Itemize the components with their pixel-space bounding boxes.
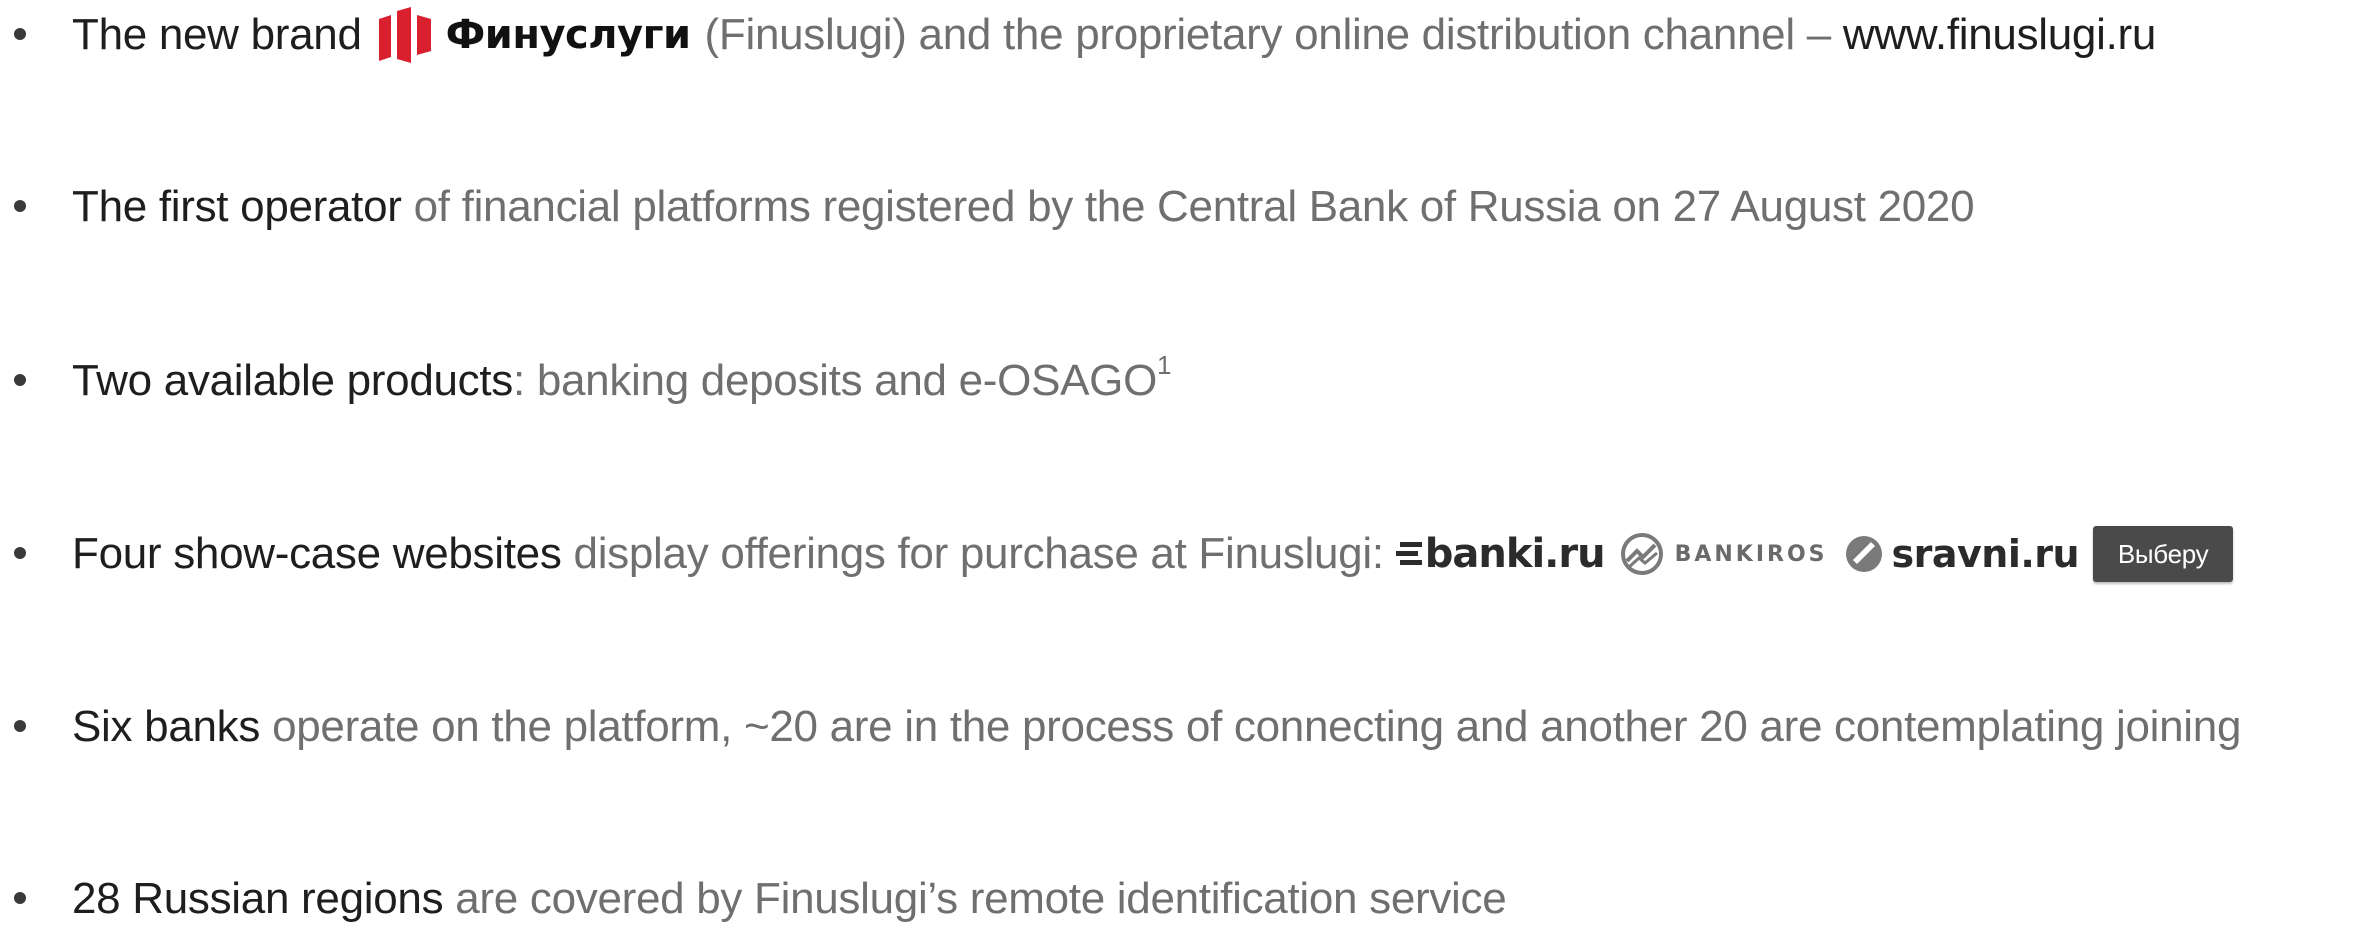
sravni-wordmark: sravni.ru [1891, 532, 2080, 576]
bullet-rest: operate on the platform, ~20 are in the … [272, 702, 2242, 751]
bullet-list: The new brand Финуслуги (Finuslugi) and … [0, 0, 2379, 925]
banki-lines-icon [1395, 542, 1422, 565]
bullet-rest: display offerings for purchase at Finusl… [573, 529, 1385, 578]
bullet-products: Two available products : banking deposit… [0, 346, 2379, 416]
bullet-dot [14, 28, 26, 40]
bullet-rest: : banking deposits and e-OSAGO [512, 356, 1158, 405]
bullet-text: Six banks operate on the platform, ~20 a… [72, 692, 2241, 762]
finuslugi-wordmark: Финуслуги [445, 12, 691, 58]
finuslugi-url: www.finuslugi.ru [1842, 10, 2157, 59]
bullet-lead: Six banks [72, 702, 261, 751]
bullet-rest: are covered by Finuslugi’s remote identi… [455, 874, 1507, 923]
bullet-text: Two available products : banking deposit… [72, 346, 1172, 416]
bankiros-wordmark: BANKIROS [1674, 541, 1828, 567]
bullet-showcase-websites: Four show-case websites display offering… [0, 519, 2379, 589]
bullet-dot [14, 892, 26, 904]
sravni-logo: sravni.ru [1844, 532, 2080, 576]
bullet-first-operator: The first operator of financial platform… [0, 172, 2379, 242]
finuslugi-logo: Финуслуги [376, 5, 691, 65]
showcase-logos: banki.ru BANKIROS sravni.ru Выберу [1395, 526, 2234, 582]
bullet-dot [14, 720, 26, 732]
bullet-text: The first operator of financial platform… [72, 172, 1975, 242]
bullet-dot [14, 374, 26, 386]
bullet-rest: of financial platforms registered by the… [413, 182, 1975, 231]
vybery-logo: Выберу [2093, 526, 2234, 582]
bullet-lead: The new brand [72, 10, 362, 59]
bullet-text: Four show-case websites display offering… [72, 519, 2234, 589]
bullet-text: The new brand Финуслуги (Finuslugi) and … [72, 0, 2156, 70]
bullet-lead: 28 Russian regions [72, 874, 444, 923]
banki-wordmark: banki.ru [1424, 531, 1606, 577]
bullet-dot [14, 547, 26, 559]
bullet-lead: Two available products [72, 356, 513, 405]
bullet-dot [14, 200, 26, 212]
bullet-lead: The first operator [72, 182, 402, 231]
bullet-regions: 28 Russian regions are covered by Finusl… [0, 864, 2379, 934]
banki-logo: banki.ru [1395, 531, 1606, 577]
bullet-new-brand: The new brand Финуслуги (Finuslugi) and … [0, 0, 2379, 70]
finuslugi-mark-icon [378, 7, 431, 63]
bullet-rest: (Finuslugi) and the proprietary online d… [704, 10, 1832, 59]
footnote-marker: 1 [1157, 349, 1172, 380]
bankiros-emblem-icon [1620, 533, 1663, 575]
bullet-lead: Four show-case websites [72, 529, 562, 578]
sravni-emblem-icon [1845, 536, 1882, 572]
bullet-banks: Six banks operate on the platform, ~20 a… [0, 692, 2379, 762]
bankiros-logo: BANKIROS [1619, 531, 1828, 577]
bullet-text: 28 Russian regions are covered by Finusl… [72, 864, 1507, 934]
